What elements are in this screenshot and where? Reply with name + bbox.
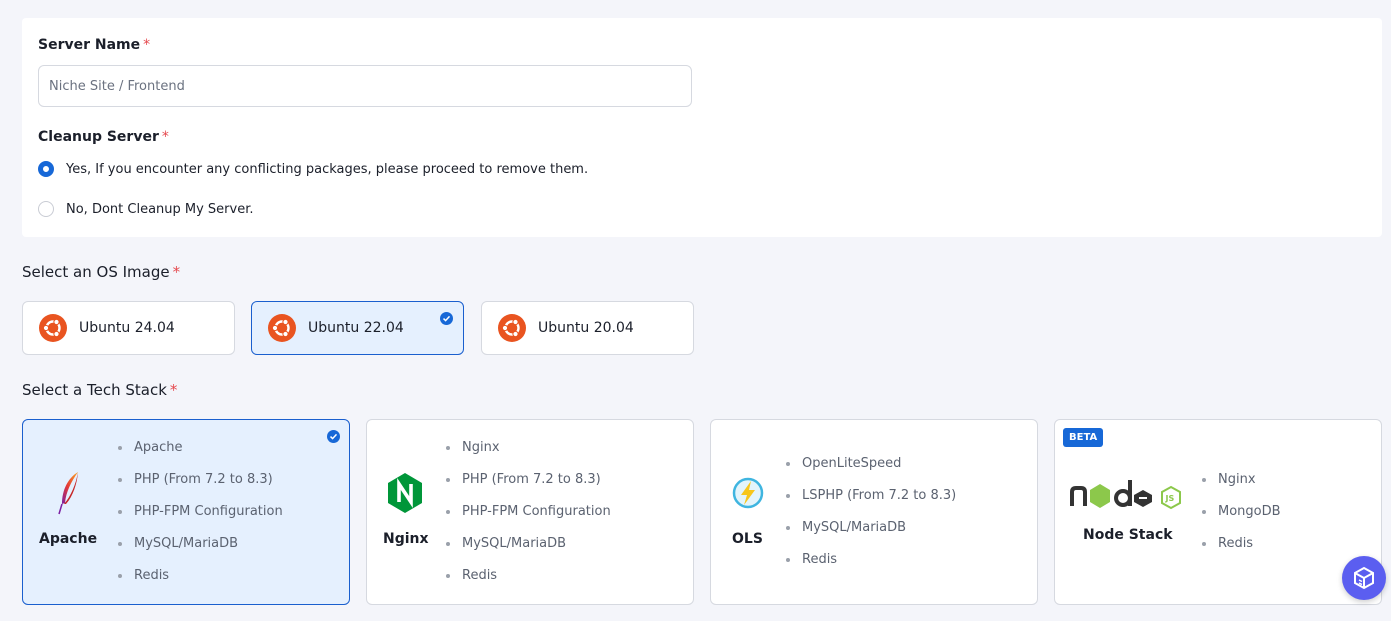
- feature-item: Redis: [118, 560, 283, 592]
- os-name: Ubuntu 24.04: [79, 320, 175, 336]
- stack-option-nginx[interactable]: Nginx Nginx PHP (From 7.2 to 8.3) PHP-FP…: [366, 419, 694, 605]
- feature-item: MongoDB: [1202, 496, 1281, 528]
- feature-list: Nginx MongoDB Redis: [1202, 464, 1281, 560]
- cleanup-yes-radio[interactable]: [38, 161, 54, 177]
- feature-item: Redis: [446, 560, 611, 592]
- apache-feather-icon: [58, 472, 78, 515]
- feature-item: OpenLiteSpeed: [786, 448, 956, 480]
- feature-item: MySQL/MariaDB: [118, 528, 283, 560]
- stack-name: Nginx: [383, 531, 429, 547]
- feature-list: OpenLiteSpeed LSPHP (From 7.2 to 8.3) My…: [786, 448, 956, 576]
- stack-name: Apache: [39, 531, 98, 547]
- stack-option-apache[interactable]: Apache Apache PHP (From 7.2 to 8.3) PHP-…: [22, 419, 350, 605]
- server-name-input[interactable]: [38, 65, 692, 107]
- nginx-icon: [388, 473, 422, 513]
- os-name: Ubuntu 22.04: [308, 320, 404, 336]
- feature-item: MySQL/MariaDB: [446, 528, 611, 560]
- help-box-icon: [1354, 566, 1374, 590]
- feature-item: Apache: [118, 432, 283, 464]
- server-settings-card: Server Name* Cleanup Server* Yes, If you…: [22, 18, 1382, 237]
- os-name: Ubuntu 20.04: [538, 320, 634, 336]
- feature-item: MySQL/MariaDB: [786, 512, 956, 544]
- stack-option-node[interactable]: BETA JS Node Stack Nginx MongoDB Redis: [1054, 419, 1382, 605]
- cleanup-no-option[interactable]: No, Dont Cleanup My Server.: [38, 201, 254, 217]
- ubuntu-icon: [39, 314, 67, 342]
- stack-name: OLS: [732, 531, 763, 547]
- feature-list: Apache PHP (From 7.2 to 8.3) PHP-FPM Con…: [118, 432, 283, 592]
- feature-item: PHP-FPM Configuration: [446, 496, 611, 528]
- os-section-title: Select an OS Image *: [22, 263, 181, 281]
- feature-item: PHP-FPM Configuration: [118, 496, 283, 528]
- cleanup-no-radio[interactable]: [38, 201, 54, 217]
- svg-text:JS: JS: [1165, 494, 1175, 503]
- cleanup-yes-option[interactable]: Yes, If you encounter any conflicting pa…: [38, 161, 588, 177]
- feature-item: Redis: [1202, 528, 1281, 560]
- ubuntu-icon: [498, 314, 526, 342]
- openlitespeed-icon: [732, 477, 764, 509]
- cleanup-no-label: No, Dont Cleanup My Server.: [66, 201, 254, 217]
- feature-item: PHP (From 7.2 to 8.3): [118, 464, 283, 496]
- stack-section-title: Select a Tech Stack *: [22, 381, 178, 399]
- nodejs-icon: JS: [1070, 480, 1181, 510]
- os-option-ubuntu-22[interactable]: Ubuntu 22.04: [251, 301, 464, 355]
- help-chat-button[interactable]: [1342, 556, 1386, 600]
- feature-list: Nginx PHP (From 7.2 to 8.3) PHP-FPM Conf…: [446, 432, 611, 592]
- feature-item: LSPHP (From 7.2 to 8.3): [786, 480, 956, 512]
- stack-option-ols[interactable]: OLS OpenLiteSpeed LSPHP (From 7.2 to 8.3…: [710, 419, 1038, 605]
- server-name-label: Server Name *: [38, 37, 151, 53]
- selected-check-icon: [440, 312, 453, 325]
- feature-item: Nginx: [446, 432, 611, 464]
- feature-item: Redis: [786, 544, 956, 576]
- feature-item: Nginx: [1202, 464, 1281, 496]
- feature-item: PHP (From 7.2 to 8.3): [446, 464, 611, 496]
- os-option-ubuntu-24[interactable]: Ubuntu 24.04: [22, 301, 235, 355]
- os-option-ubuntu-20[interactable]: Ubuntu 20.04: [481, 301, 694, 355]
- cleanup-server-label: Cleanup Server *: [38, 129, 169, 145]
- ubuntu-icon: [268, 314, 296, 342]
- beta-badge: BETA: [1063, 428, 1104, 447]
- stack-name: Node Stack: [1083, 527, 1173, 543]
- selected-check-icon: [327, 430, 340, 443]
- cleanup-yes-label: Yes, If you encounter any conflicting pa…: [66, 161, 589, 177]
